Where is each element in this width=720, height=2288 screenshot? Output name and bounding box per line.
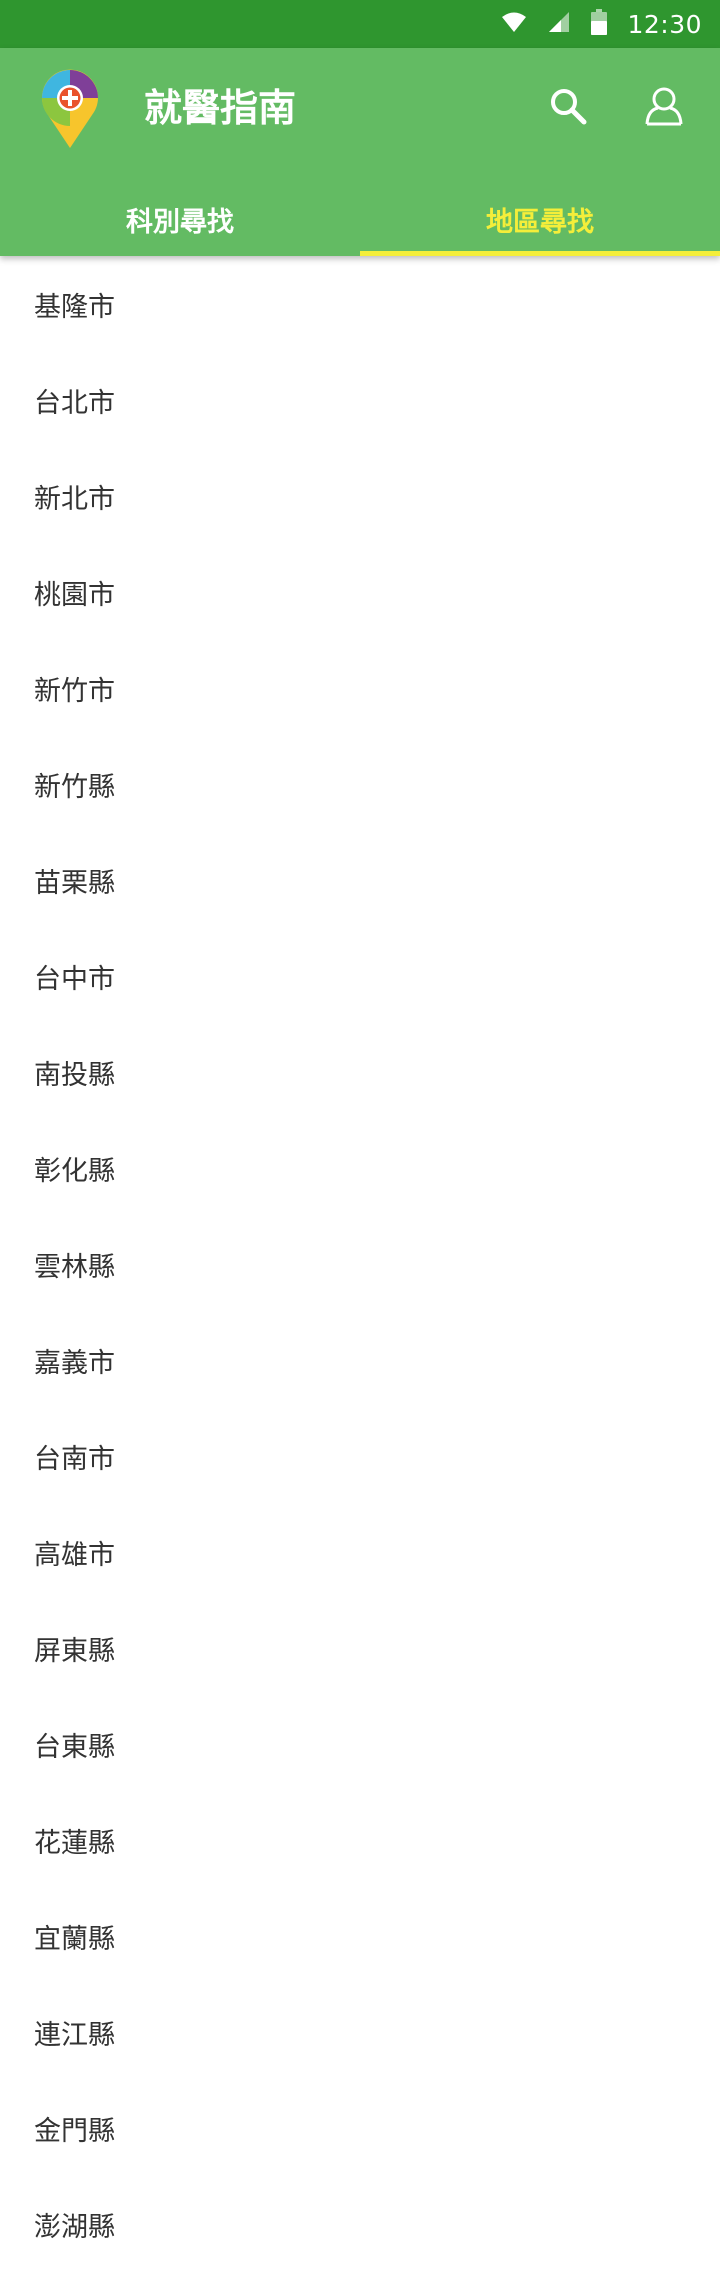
list-item[interactable]: 台東縣 [0,1696,720,1792]
search-icon [548,86,588,130]
list-item[interactable]: 新竹市 [0,640,720,736]
list-item[interactable]: 南投縣 [0,1024,720,1120]
list-item[interactable]: 台中市 [0,928,720,1024]
list-item[interactable]: 金門縣 [0,2080,720,2176]
list-item[interactable]: 花蓮縣 [0,1792,720,1888]
account-icon [644,86,684,130]
status-icons: 12:30 [501,0,702,48]
list-item[interactable]: 屏東縣 [0,1600,720,1696]
list-item[interactable]: 台南市 [0,1408,720,1504]
list-item[interactable]: 雲林縣 [0,1216,720,1312]
list-item[interactable]: 新竹縣 [0,736,720,832]
tab-label: 地區尋找 [486,206,594,238]
app-bar: 就醫指南 科別尋找 地區尋找 [0,48,720,256]
tab-by-region[interactable]: 地區尋找 [360,182,720,256]
list-item[interactable]: 宜蘭縣 [0,1888,720,1984]
region-list: 基隆市 台北市 新北市 桃園市 新竹市 新竹縣 苗栗縣 台中市 南投縣 彰化縣 … [0,256,720,2272]
tab-indicator [360,251,720,256]
list-item[interactable]: 高雄市 [0,1504,720,1600]
list-item[interactable]: 桃園市 [0,544,720,640]
tab-bar: 科別尋找 地區尋找 [0,182,720,256]
map-pin-medical-logo [40,68,100,152]
tab-by-department[interactable]: 科別尋找 [0,182,360,256]
list-item[interactable]: 苗栗縣 [0,832,720,928]
wifi-icon [501,11,527,37]
list-item[interactable]: 嘉義市 [0,1312,720,1408]
account-button[interactable] [632,76,696,140]
status-time: 12:30 [627,9,702,39]
search-button[interactable] [536,76,600,140]
list-item[interactable]: 基隆市 [0,256,720,352]
list-item[interactable]: 澎湖縣 [0,2176,720,2272]
cellular-signal-icon [547,10,571,38]
app-title: 就醫指南 [144,86,297,130]
list-item[interactable]: 台北市 [0,352,720,448]
tab-label: 科別尋找 [126,206,234,238]
battery-icon [591,9,608,39]
list-item[interactable]: 連江縣 [0,1984,720,2080]
status-bar: 12:30 [0,0,720,48]
list-item[interactable]: 新北市 [0,448,720,544]
list-item[interactable]: 彰化縣 [0,1120,720,1216]
